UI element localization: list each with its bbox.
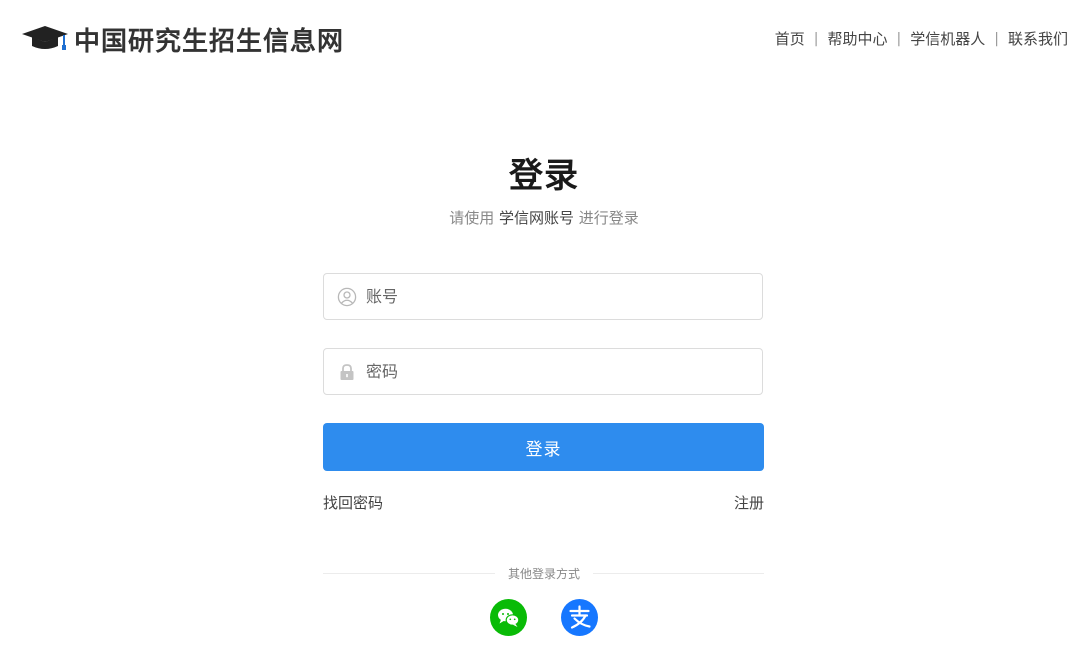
register-link[interactable]: 注册 [734, 492, 764, 513]
login-subtitle: 请使用 学信网账号 进行登录 [0, 207, 1080, 228]
site-name: 中国研究生招生信息网 [74, 26, 345, 57]
forgot-password-link[interactable]: 找回密码 [323, 492, 383, 513]
login-button[interactable]: 登录 [323, 423, 764, 471]
site-logo[interactable]: 中国研究生招生信息网 [20, 22, 345, 57]
other-login-methods-label: 其他登录方式 [507, 567, 580, 581]
lock-icon [340, 363, 354, 380]
subtitle-prefix: 请使用 [449, 209, 495, 227]
nav-home[interactable]: 首页 [775, 28, 805, 49]
alipay-icon[interactable] [561, 599, 598, 636]
site-header: 中国研究生招生信息网 首页 | 帮助中心 | 学信机器人 | 联系我们 [0, 0, 1080, 78]
graduation-cap-icon [22, 26, 68, 50]
user-icon [337, 287, 357, 306]
password-field[interactable] [323, 348, 763, 395]
login-page: 中国研究生招生信息网 首页 | 帮助中心 | 学信机器人 | 联系我们 登录 请… [0, 0, 1080, 647]
nav-separator: | [813, 30, 819, 47]
divider-line-right [593, 573, 764, 574]
subtitle-account-type: 学信网账号 [498, 209, 574, 227]
account-field[interactable] [323, 273, 763, 320]
top-navigation: 首页 | 帮助中心 | 学信机器人 | 联系我们 [775, 28, 1068, 49]
nav-separator: | [994, 30, 999, 47]
nav-contact-us[interactable]: 联系我们 [1008, 28, 1068, 49]
subtitle-suffix: 进行登录 [578, 209, 639, 227]
nav-separator: | [896, 30, 902, 47]
nav-help-center[interactable]: 帮助中心 [828, 28, 888, 49]
password-input[interactable] [366, 362, 746, 381]
wechat-icon[interactable] [490, 599, 527, 636]
login-title: 登录 [509, 156, 579, 196]
account-input[interactable] [366, 287, 746, 306]
nav-chatbot[interactable]: 学信机器人 [910, 28, 985, 49]
